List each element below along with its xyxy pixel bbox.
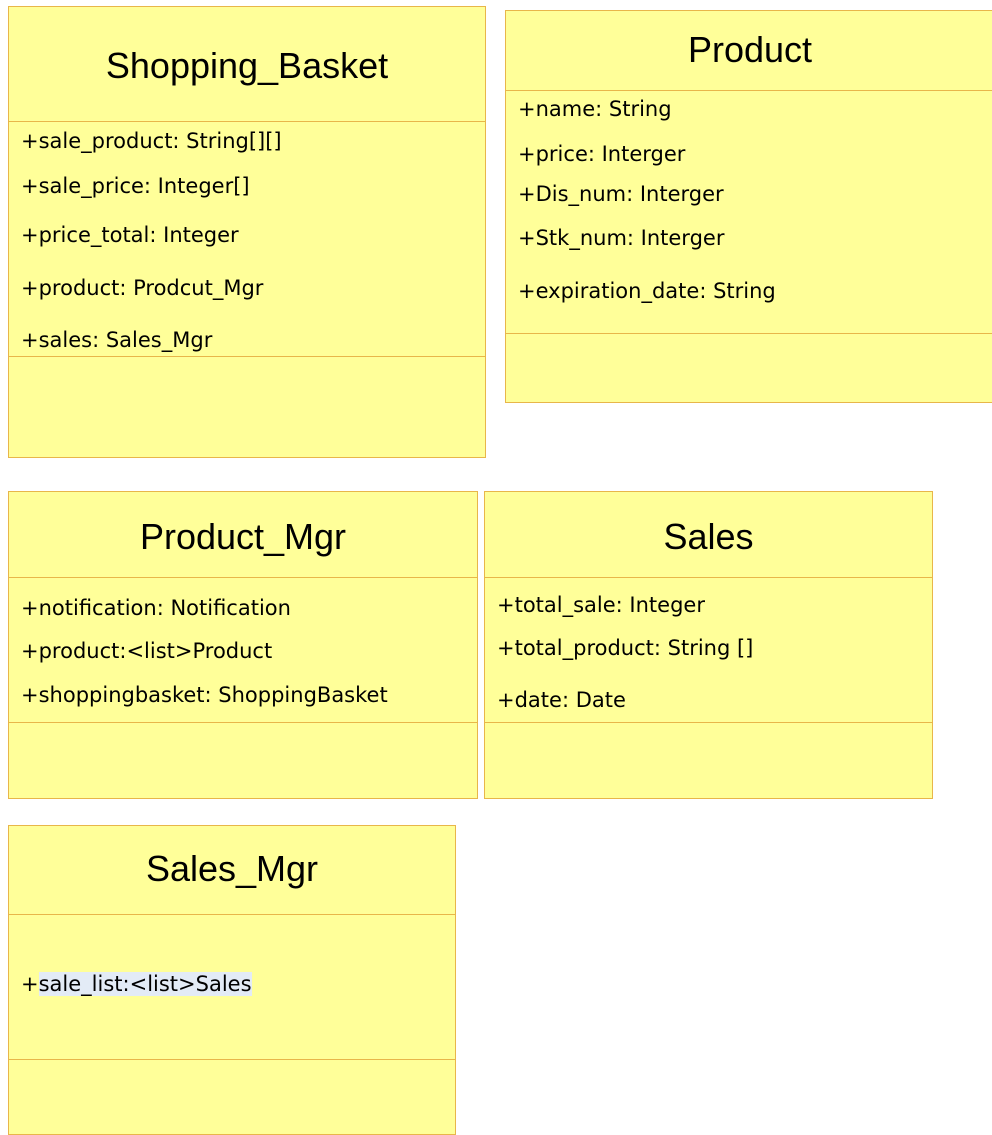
class-divider [485, 722, 932, 723]
class-divider [9, 914, 455, 915]
class-divider [485, 577, 932, 578]
class-divider [9, 356, 485, 357]
class-divider [506, 90, 992, 91]
class-divider [9, 722, 477, 723]
attribute[interactable]: +price: Interger [518, 141, 685, 167]
class-name: Product [687, 29, 813, 70]
attribute[interactable]: +total_product: String [] [497, 635, 753, 661]
class-divider [9, 577, 477, 578]
attribute[interactable]: +product: Prodcut_Mgr [21, 275, 263, 301]
attribute[interactable]: +product:<list>Product [21, 638, 272, 664]
class-sales[interactable]: Sales +total_sale: Integer +total_produc… [484, 491, 933, 799]
attribute[interactable]: +sale_price: Integer[] [21, 173, 250, 199]
class-sales-mgr[interactable]: Sales_Mgr +sale_list:<list>Sales [8, 825, 456, 1135]
class-name: Sales [663, 516, 754, 557]
attribute[interactable]: +Stk_num: Interger [518, 225, 724, 251]
selected-attribute-text[interactable]: sale_list:<list>Sales [38, 972, 252, 996]
attribute[interactable]: +total_sale: Integer [497, 592, 705, 618]
attribute-prefix: + [21, 972, 39, 996]
attribute[interactable]: +Dis_num: Interger [518, 181, 724, 207]
class-product-mgr[interactable]: Product_Mgr +notification: Notification … [8, 491, 478, 799]
class-name: Product_Mgr [139, 516, 347, 557]
class-name: Sales_Mgr [145, 848, 319, 889]
class-divider [506, 333, 992, 334]
attribute[interactable]: +shoppingbasket: ShoppingBasket [21, 682, 388, 708]
attribute[interactable]: +expiration_date: String [518, 278, 776, 304]
class-product[interactable]: Product +name: String +price: Interger +… [505, 10, 992, 403]
class-name: Shopping_Basket [105, 45, 389, 86]
attribute[interactable]: +notification: Notification [21, 595, 291, 621]
class-divider [9, 1059, 455, 1060]
class-shopping-basket[interactable]: Shopping_Basket +sale_product: String[][… [8, 6, 486, 458]
attribute[interactable]: +name: String [518, 96, 672, 122]
attribute[interactable]: +sale_list:<list>Sales [21, 971, 252, 997]
attribute[interactable]: +sale_product: String[][] [21, 128, 282, 154]
attribute[interactable]: +price_total: Integer [21, 222, 239, 248]
attribute[interactable]: +date: Date [497, 687, 626, 713]
class-divider [9, 121, 485, 122]
attribute[interactable]: +sales: Sales_Mgr [21, 327, 212, 353]
